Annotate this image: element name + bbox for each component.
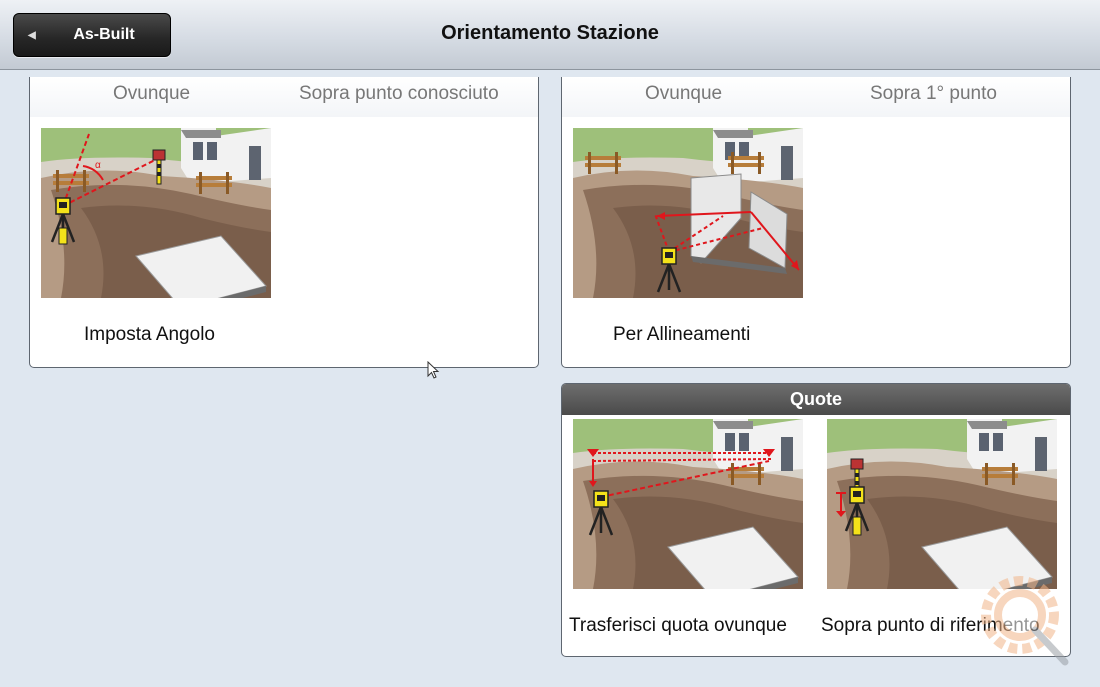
- per-allineamenti-illustration: [573, 128, 803, 298]
- trasferisci-quota-illustration: [573, 419, 803, 589]
- tab-ovunque-left[interactable]: Ovunque: [113, 83, 190, 105]
- quote-section-header: Quote: [562, 384, 1070, 415]
- magnifier-gear-watermark-icon: [981, 576, 1069, 666]
- tab-bar-left: Ovunque Sopra punto conosciuto: [30, 83, 538, 107]
- tile-label-imposta-angolo: Imposta Angolo: [84, 324, 215, 345]
- tile-label-per-allineamenti: Per Allineamenti: [613, 324, 751, 345]
- tile-imposta-angolo[interactable]: α Imposta Angolo: [41, 128, 281, 348]
- tab-sopra-punto-conosciuto[interactable]: Sopra punto conosciuto: [299, 83, 499, 105]
- imposta-angolo-illustration: α: [41, 128, 271, 298]
- tab-ovunque-right[interactable]: Ovunque: [645, 83, 722, 105]
- mouse-cursor-icon: [427, 361, 440, 379]
- tile-per-allineamenti[interactable]: Per Allineamenti: [573, 128, 813, 348]
- title-bar: ◀ As-Built Orientamento Stazione: [0, 0, 1100, 70]
- sopra-punto-riferimento-illustration: [827, 419, 1057, 589]
- tile-label-trasferisci-quota: Trasferisci quota ovunque: [569, 615, 787, 636]
- svg-text:α: α: [95, 160, 101, 171]
- tab-sopra-primo-punto[interactable]: Sopra 1° punto: [870, 83, 997, 105]
- page-title: Orientamento Stazione: [441, 22, 659, 44]
- tab-bar-right: Ovunque Sopra 1° punto: [562, 83, 1070, 107]
- station-setup-panel-left: Ovunque Sopra punto conosciuto α Imposta…: [29, 77, 539, 368]
- tile-trasferisci-quota-ovunque[interactable]: Trasferisci quota ovunque: [569, 419, 813, 639]
- station-setup-panel-right: Ovunque Sopra 1° punto Per Allineamenti: [561, 77, 1071, 368]
